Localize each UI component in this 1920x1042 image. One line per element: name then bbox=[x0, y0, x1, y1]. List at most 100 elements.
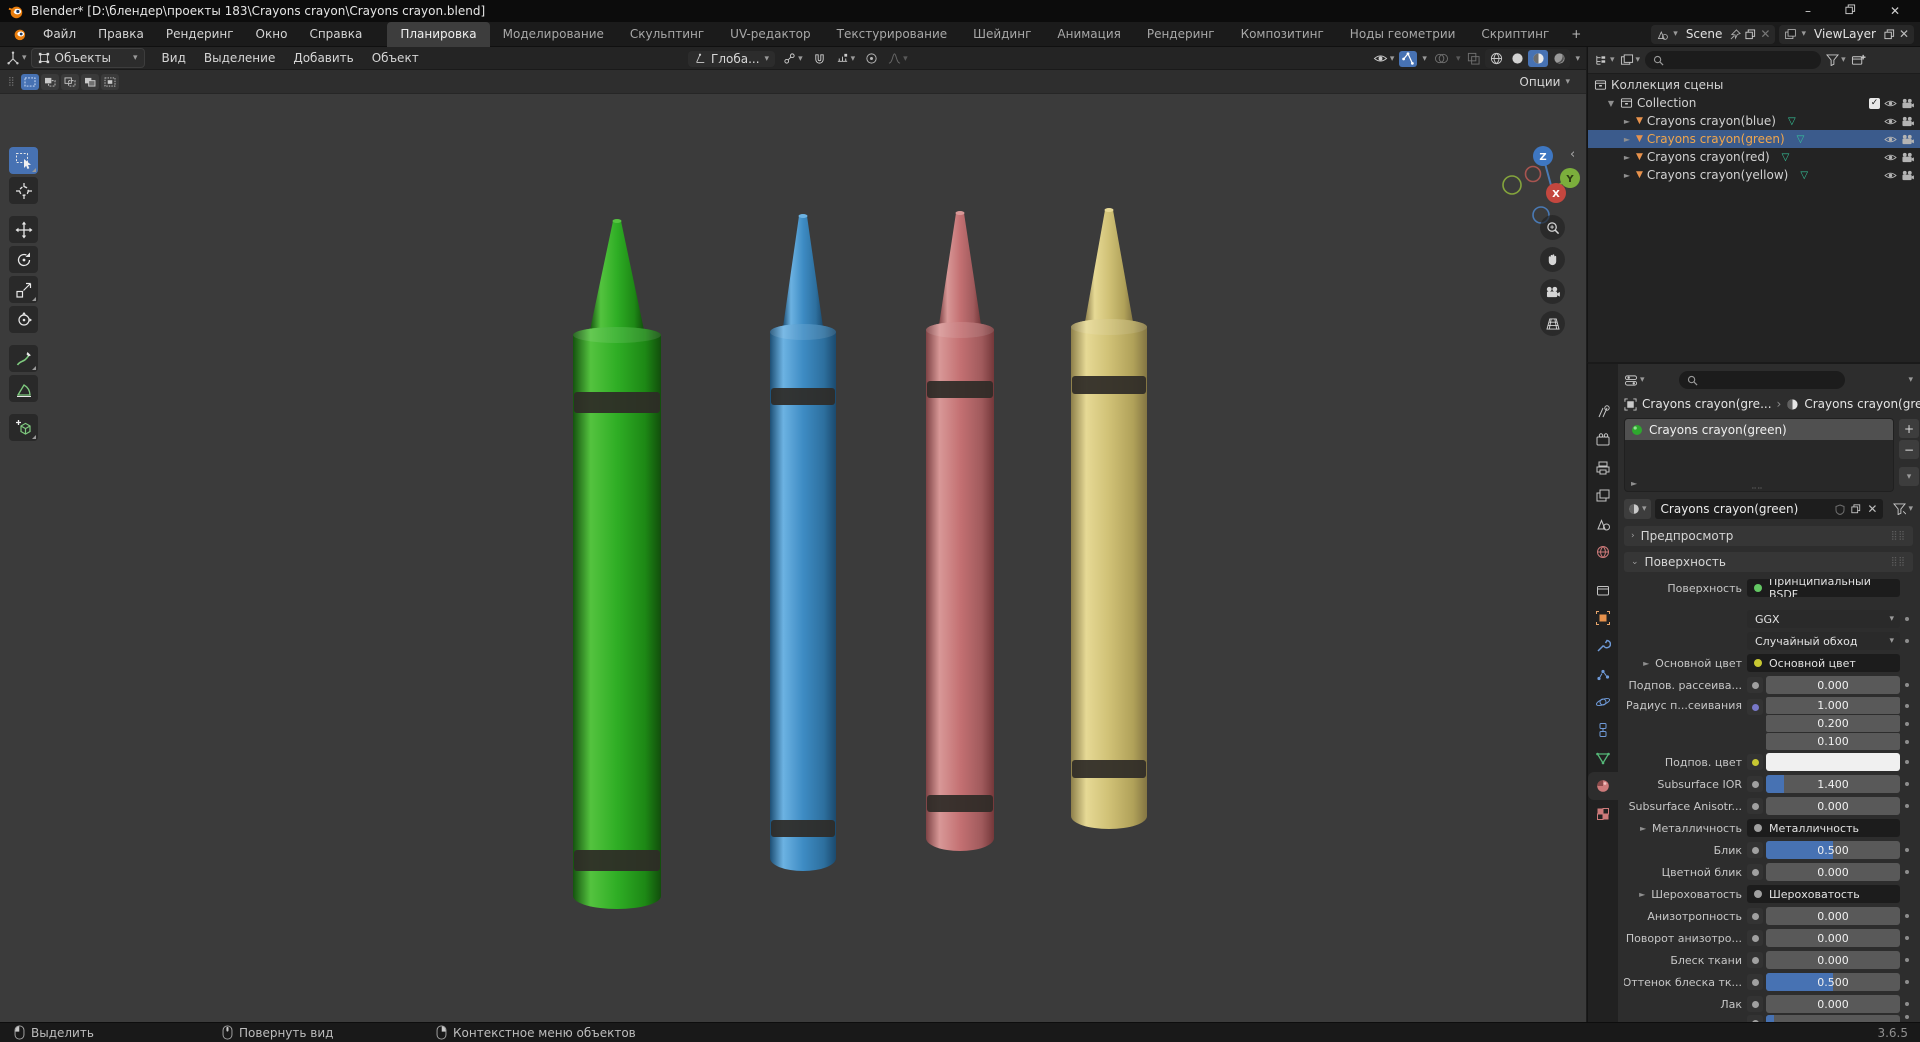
crayon-red[interactable] bbox=[926, 211, 994, 851]
animate-dot[interactable] bbox=[1900, 870, 1913, 874]
perspective-toggle-button[interactable] bbox=[1540, 311, 1565, 336]
xray-toggle[interactable] bbox=[1465, 51, 1482, 66]
hide-eye-icon[interactable] bbox=[1884, 170, 1897, 181]
vector-slider[interactable]: 1.000 bbox=[1766, 697, 1900, 714]
crayon-yellow[interactable] bbox=[1071, 208, 1147, 829]
outliner-filter-type-dropdown[interactable]: ▾ bbox=[1620, 53, 1640, 67]
proportional-edit-toggle[interactable] bbox=[863, 51, 880, 66]
outliner-display-mode-dropdown[interactable]: ▾ bbox=[1594, 54, 1615, 67]
tool-move[interactable] bbox=[9, 216, 38, 243]
render-camera-icon[interactable] bbox=[1901, 152, 1914, 163]
value-slider[interactable]: 0.000 bbox=[1766, 797, 1900, 815]
value-slider[interactable]: 0.000 bbox=[1766, 907, 1900, 925]
animate-dot[interactable] bbox=[1900, 980, 1913, 984]
show-overlays-toggle[interactable] bbox=[1432, 51, 1451, 66]
pan-button[interactable] bbox=[1540, 247, 1565, 272]
animate-dot[interactable] bbox=[1900, 958, 1913, 962]
node-socket-button[interactable] bbox=[1747, 864, 1763, 880]
node-socket-button[interactable] bbox=[1747, 908, 1763, 924]
snap-settings-dropdown[interactable]: ▾ bbox=[834, 51, 858, 66]
expand-icon[interactable]: ► bbox=[1637, 890, 1647, 899]
workspace-tab-Планировка[interactable]: Планировка bbox=[387, 21, 490, 47]
editor-type-icon[interactable]: ▾ bbox=[6, 51, 27, 65]
viewport-menu-Вид[interactable]: Вид bbox=[153, 51, 195, 65]
hide-eye-icon[interactable] bbox=[1884, 152, 1897, 163]
copy-material-icon[interactable] bbox=[1851, 504, 1861, 514]
tool-add-cube[interactable] bbox=[9, 414, 38, 441]
blender-menu-icon[interactable] bbox=[6, 27, 32, 41]
properties-tab-view-layer[interactable] bbox=[1588, 482, 1618, 510]
outliner-row-Crayons-crayon(green)[interactable]: ► ▼ Crayons crayon(green) ▽ bbox=[1588, 130, 1920, 148]
properties-tab-constraints[interactable] bbox=[1588, 716, 1618, 744]
shading-material-preview-button[interactable] bbox=[1528, 50, 1549, 67]
properties-tab-output[interactable] bbox=[1588, 454, 1618, 482]
workspace-tab-UV-редактор[interactable]: UV-редактор bbox=[717, 22, 823, 47]
surface-panel-header[interactable]: ⌄ Поверхность ⣿⣿ bbox=[1624, 552, 1913, 572]
snap-toggle[interactable] bbox=[811, 51, 828, 66]
material-name-field[interactable]: Crayons crayon(green) ✕ bbox=[1654, 499, 1884, 519]
properties-tab-texture[interactable] bbox=[1588, 800, 1618, 828]
properties-search-input[interactable] bbox=[1679, 371, 1846, 389]
node-socket-button[interactable] bbox=[1747, 677, 1763, 693]
select-mode-subtract[interactable] bbox=[60, 73, 79, 90]
tool-select-box[interactable] bbox=[9, 147, 38, 174]
select-mode-extend[interactable] bbox=[40, 73, 59, 90]
show-gizmo-toggle[interactable] bbox=[1399, 50, 1418, 67]
menu-Правка[interactable]: Правка bbox=[87, 22, 155, 47]
properties-tab-material[interactable] bbox=[1588, 772, 1618, 800]
node-socket-button[interactable] bbox=[1747, 754, 1763, 770]
outliner-row-Collection[interactable]: ▼ Collection ✓ bbox=[1588, 94, 1920, 112]
tool-cursor[interactable] bbox=[9, 177, 38, 204]
menu-Окно[interactable]: Окно bbox=[245, 22, 299, 47]
3d-viewport[interactable]: ▾ Объекты ▾ Вид Выделение Добавить Объект Г… bbox=[0, 47, 1586, 1022]
menu-Рендеринг[interactable]: Рендеринг bbox=[155, 22, 245, 47]
shading-dropdown[interactable]: ▾ bbox=[1573, 53, 1582, 65]
tool-transform[interactable] bbox=[9, 306, 38, 333]
crayon-green[interactable] bbox=[573, 219, 661, 909]
select-mode-invert[interactable] bbox=[80, 73, 99, 90]
breadcrumb-object[interactable]: Crayons crayon(gre... bbox=[1642, 397, 1772, 411]
expand-icon[interactable]: ► bbox=[1622, 171, 1632, 180]
value-slider[interactable]: 0.500 bbox=[1766, 973, 1900, 991]
material-filter-dropdown[interactable]: ▾ bbox=[1893, 503, 1913, 515]
select-mode-new[interactable] bbox=[20, 73, 39, 90]
value-slider[interactable]: 1.400 bbox=[1766, 775, 1900, 793]
camera-view-button[interactable] bbox=[1540, 279, 1565, 304]
properties-tab-particles[interactable] bbox=[1588, 660, 1618, 688]
shading-wireframe-button[interactable] bbox=[1486, 50, 1506, 67]
sidebar-toggle[interactable]: ‹ bbox=[1570, 147, 1575, 162]
properties-tab-collection[interactable] bbox=[1588, 576, 1618, 604]
expand-icon[interactable]: ▼ bbox=[1606, 99, 1616, 108]
value-slider[interactable]: 0.000 bbox=[1766, 929, 1900, 947]
animate-dot[interactable] bbox=[1900, 1002, 1913, 1006]
properties-options-dropdown[interactable]: ▾ bbox=[1908, 375, 1913, 385]
workspace-tab-Рендеринг[interactable]: Рендеринг bbox=[1134, 22, 1228, 47]
menu-Справка[interactable]: Справка bbox=[298, 22, 373, 47]
animate-dot[interactable] bbox=[1900, 739, 1913, 744]
expand-icon[interactable]: ► bbox=[1622, 117, 1632, 126]
tool-annotate[interactable] bbox=[9, 345, 38, 372]
scene-selector[interactable]: ▾ Scene ✕ bbox=[1651, 24, 1776, 44]
animate-dot[interactable] bbox=[1900, 936, 1913, 940]
linked-node-field[interactable]: Основной цвет bbox=[1747, 654, 1900, 672]
node-socket-button[interactable] bbox=[1747, 952, 1763, 968]
linked-node-field[interactable]: Шероховатость bbox=[1747, 885, 1900, 903]
view-layer-selector[interactable]: ▾ ViewLayer ✕ bbox=[1779, 24, 1914, 44]
node-socket-button[interactable] bbox=[1747, 1015, 1763, 1022]
properties-tab-tool[interactable] bbox=[1588, 398, 1618, 426]
workspace-tab-Анимация[interactable]: Анимация bbox=[1044, 22, 1133, 47]
enum-dropdown[interactable]: Случайный обход ▾ bbox=[1747, 632, 1900, 650]
properties-editor-type-dropdown[interactable]: ▾ bbox=[1624, 374, 1645, 387]
breadcrumb-material[interactable]: Crayons crayon(gre... bbox=[1804, 397, 1920, 411]
unlink-material-icon[interactable]: ✕ bbox=[1867, 502, 1877, 516]
node-socket-button[interactable] bbox=[1747, 798, 1763, 814]
properties-tab-physics[interactable] bbox=[1588, 688, 1618, 716]
pin-icon[interactable] bbox=[1730, 28, 1742, 40]
value-slider[interactable] bbox=[1766, 1015, 1900, 1022]
properties-tab-object-data[interactable] bbox=[1588, 744, 1618, 772]
crayon-blue[interactable] bbox=[770, 214, 836, 871]
properties-tab-object[interactable] bbox=[1588, 604, 1618, 632]
pivot-point-dropdown[interactable]: ▾ bbox=[781, 51, 805, 66]
tool-scale[interactable] bbox=[9, 276, 38, 303]
node-socket-button[interactable] bbox=[1747, 699, 1763, 715]
